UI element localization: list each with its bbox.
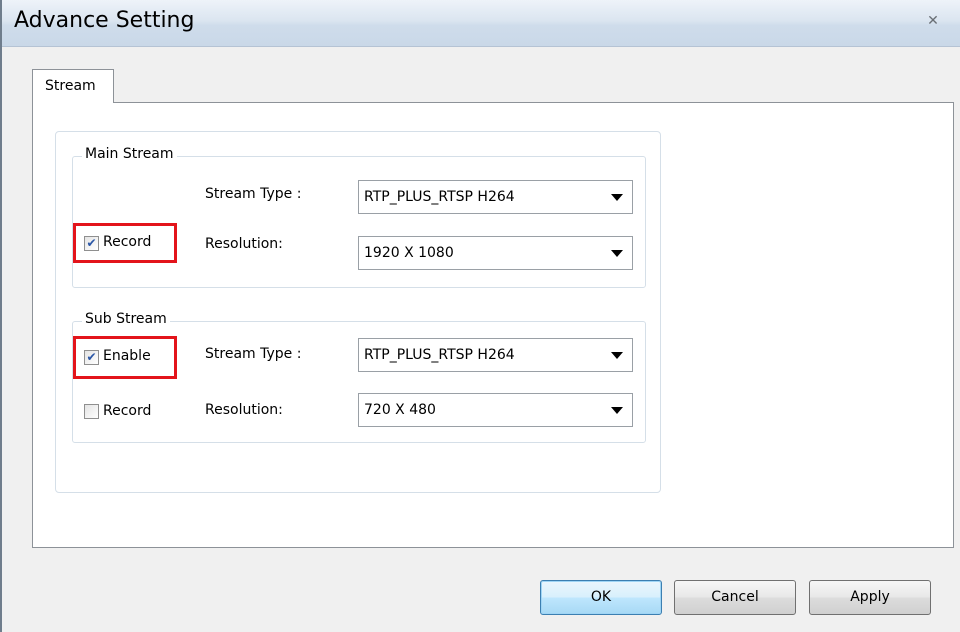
advance-setting-dialog: Advance Setting ✕ Stream Main Stream Str… [0, 0, 960, 632]
ok-button[interactable]: OK [540, 580, 662, 615]
sub-resolution-value: 720 X 480 [364, 402, 436, 418]
tab-stream[interactable]: Stream [32, 69, 114, 103]
sub-enable-checkbox[interactable]: ✔ [84, 350, 99, 365]
tab-stream-label: Stream [45, 78, 96, 94]
sub-enable-label[interactable]: Enable [103, 348, 151, 364]
main-resolution-value: 1920 X 1080 [364, 245, 454, 261]
sub-stream-type-label: Stream Type : [205, 346, 302, 362]
window-title: Advance Setting [14, 8, 195, 33]
main-record-checkbox[interactable]: ✔ [84, 236, 99, 251]
main-resolution-label: Resolution: [205, 236, 283, 252]
close-icon[interactable]: ✕ [924, 12, 942, 30]
apply-button[interactable]: Apply [809, 580, 931, 615]
sub-resolution-label: Resolution: [205, 402, 283, 418]
main-stream-legend: Main Stream [82, 146, 177, 162]
sub-record-checkbox[interactable] [84, 404, 99, 419]
sub-stream-legend: Sub Stream [82, 311, 170, 327]
cancel-button[interactable]: Cancel [674, 580, 796, 615]
main-stream-type-select[interactable]: RTP_PLUS_RTSP H264 [358, 180, 633, 214]
chevron-down-icon[interactable] [611, 194, 623, 201]
sub-record-label[interactable]: Record [103, 403, 151, 419]
sub-resolution-select[interactable]: 720 X 480 [358, 393, 633, 427]
chevron-down-icon[interactable] [611, 250, 623, 257]
chevron-down-icon[interactable] [611, 352, 623, 359]
sub-stream-type-select[interactable]: RTP_PLUS_RTSP H264 [358, 338, 633, 372]
title-bar[interactable]: Advance Setting ✕ [2, 0, 960, 47]
main-stream-type-label: Stream Type : [205, 186, 302, 202]
main-stream-type-value: RTP_PLUS_RTSP H264 [364, 189, 515, 205]
chevron-down-icon[interactable] [611, 407, 623, 414]
main-resolution-select[interactable]: 1920 X 1080 [358, 236, 633, 270]
main-record-label[interactable]: Record [103, 234, 151, 250]
sub-stream-type-value: RTP_PLUS_RTSP H264 [364, 347, 515, 363]
